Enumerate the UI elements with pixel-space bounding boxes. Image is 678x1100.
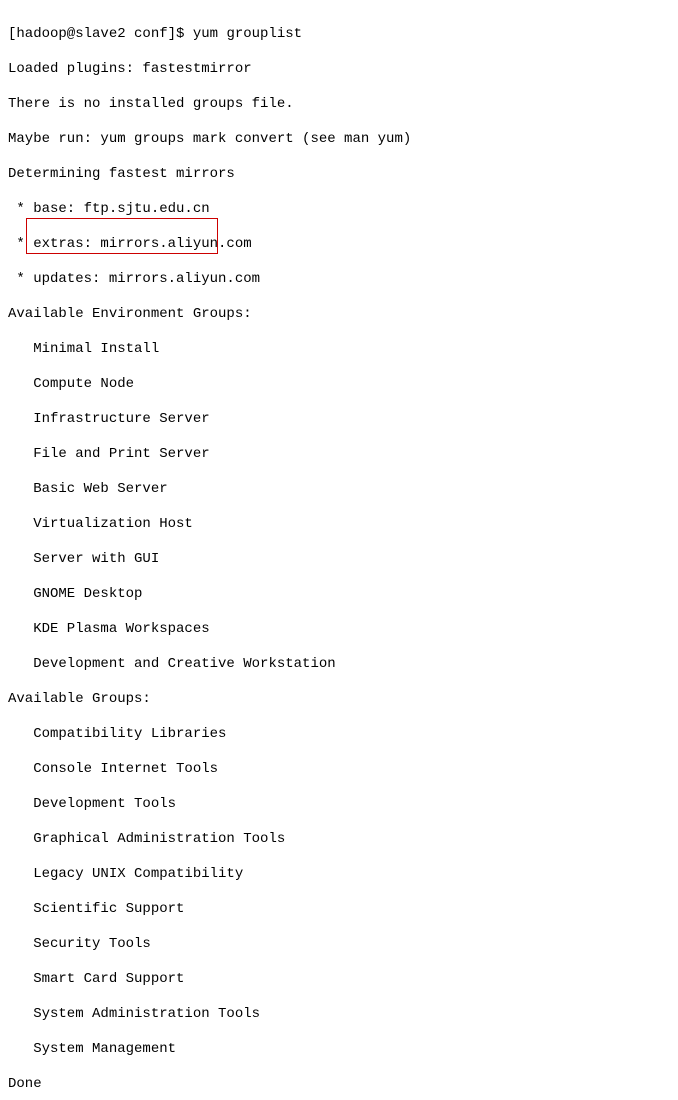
env-group-item: Server with GUI	[8, 551, 670, 569]
avail-group-item: Security Tools	[8, 936, 670, 954]
output-line: Determining fastest mirrors	[8, 166, 670, 184]
avail-group-item: System Administration Tools	[8, 1006, 670, 1024]
prompt-userhost: [hadoop@slave2 conf]	[8, 26, 176, 42]
avail-group-item: Compatibility Libraries	[8, 726, 670, 744]
output-line: There is no installed groups file.	[8, 96, 670, 114]
mirror-line: * extras: mirrors.aliyun.com	[8, 236, 670, 254]
env-group-item: Development and Creative Workstation	[8, 656, 670, 674]
avail-group-item: Graphical Administration Tools	[8, 831, 670, 849]
mirror-line: * base: ftp.sjtu.edu.cn	[8, 201, 670, 219]
done-line: Done	[8, 1076, 670, 1094]
prompt-line: [hadoop@slave2 conf]$ yum grouplist	[8, 26, 670, 44]
avail-groups-header: Available Groups:	[8, 691, 670, 709]
env-group-item: Minimal Install	[8, 341, 670, 359]
avail-group-item: Scientific Support	[8, 901, 670, 919]
env-group-item: Virtualization Host	[8, 516, 670, 534]
env-group-item: Infrastructure Server	[8, 411, 670, 429]
avail-group-item: Development Tools	[8, 796, 670, 814]
mirror-line: * updates: mirrors.aliyun.com	[8, 271, 670, 289]
output-line: Maybe run: yum groups mark convert (see …	[8, 131, 670, 149]
env-group-item: KDE Plasma Workspaces	[8, 621, 670, 639]
env-group-item: GNOME Desktop	[8, 586, 670, 604]
env-group-item: Compute Node	[8, 376, 670, 394]
output-line: Loaded plugins: fastestmirror	[8, 61, 670, 79]
avail-group-item: Legacy UNIX Compatibility	[8, 866, 670, 884]
env-group-item: Basic Web Server	[8, 481, 670, 499]
env-groups-header: Available Environment Groups:	[8, 306, 670, 324]
avail-group-item: Console Internet Tools	[8, 761, 670, 779]
avail-group-item: Smart Card Support	[8, 971, 670, 989]
avail-group-item: System Management	[8, 1041, 670, 1059]
env-group-item: File and Print Server	[8, 446, 670, 464]
command-text: yum grouplist	[193, 26, 302, 42]
prompt-symbol: $	[176, 26, 184, 42]
terminal-output: [hadoop@slave2 conf]$ yum grouplist Load…	[8, 8, 670, 1100]
